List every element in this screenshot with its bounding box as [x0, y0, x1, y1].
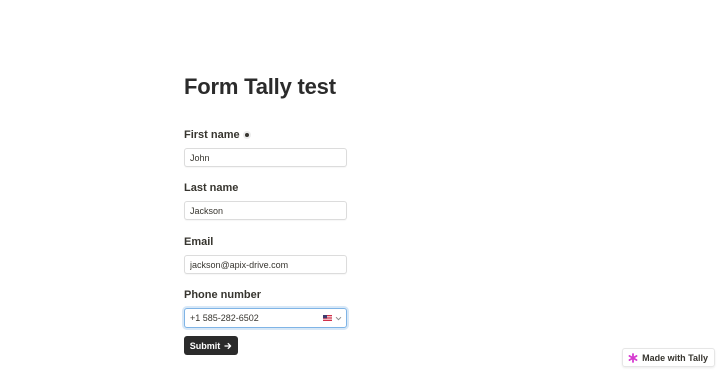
required-indicator: [244, 133, 249, 137]
tally-logo-icon: [628, 352, 638, 363]
first-name-label-row: First name: [184, 128, 348, 142]
phone-input-wrapper: [184, 308, 347, 328]
submit-label: Submit: [189, 340, 221, 351]
arrow-right-icon: [224, 342, 232, 349]
made-with-tally-badge[interactable]: Made with Tally: [622, 348, 715, 367]
email-field: Email: [184, 235, 348, 274]
phone-input[interactable]: [185, 309, 323, 327]
last-name-field: Last name: [184, 181, 348, 220]
last-name-label: Last name: [184, 182, 239, 194]
form-title: Form Tally test: [184, 74, 336, 99]
last-name-input[interactable]: [184, 201, 347, 220]
first-name-input[interactable]: [184, 148, 347, 167]
badge-label: Made with Tally: [642, 352, 708, 363]
first-name-field: First name: [184, 128, 348, 167]
tally-form: Form Tally test First name Last name Ema…: [184, 74, 348, 355]
first-name-label: First name: [184, 129, 240, 141]
phone-field: Phone number: [184, 288, 348, 328]
us-flag-icon: [323, 315, 332, 321]
form-page: Form Tally test First name Last name Ema…: [0, 0, 720, 370]
country-code-selector[interactable]: [323, 315, 346, 321]
email-label: Email: [184, 236, 214, 248]
submit-button[interactable]: Submit: [184, 336, 238, 355]
chevron-down-icon: [335, 316, 342, 320]
phone-label: Phone number: [184, 289, 262, 301]
email-input[interactable]: [184, 255, 347, 274]
